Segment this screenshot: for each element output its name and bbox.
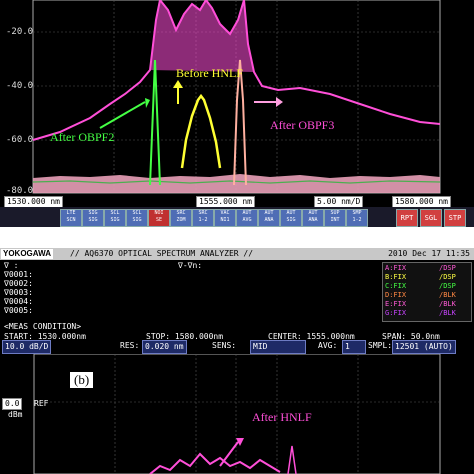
- scale-box[interactable]: 10.0 dB/D: [2, 340, 52, 354]
- scale-unit: dB/D: [29, 342, 49, 351]
- sens-box[interactable]: MID: [250, 340, 306, 354]
- softkey-2[interactable]: SIG SIG: [82, 209, 104, 227]
- ref-box[interactable]: 0.0: [2, 398, 23, 410]
- trace-list: A:FIX/DSP B:FIX/DSP C:FIX/DSP D:FIX/BLK …: [382, 262, 472, 322]
- softkey-6[interactable]: SRC ZOM: [170, 209, 192, 227]
- softkey-9[interactable]: AUT AVG: [236, 209, 258, 227]
- y-tick-3: -60.0: [6, 135, 34, 145]
- analyzer-title: // AQ6370 OPTICAL SPECTRUM ANALYZER //: [70, 249, 254, 258]
- smpl-box[interactable]: 12501 (AUTO): [392, 340, 456, 354]
- x-start-unit: nm: [50, 197, 60, 206]
- softkey-14[interactable]: SMP 1-2: [346, 209, 368, 227]
- marker-4: ∇0004:: [4, 297, 33, 306]
- marker-1: ∇0001:: [4, 270, 33, 279]
- x-center-value: 1555.000: [199, 197, 238, 206]
- trace-a[interactable]: A:FIX/DSP: [385, 264, 456, 272]
- y-tick-2: -40.0: [6, 81, 34, 91]
- y-tick-1: -20.0: [6, 27, 34, 37]
- softkey-4[interactable]: SCL SIG: [126, 209, 148, 227]
- marker-5: ∇0005:: [4, 306, 33, 315]
- annotation-after-obpf3: After OBPF3: [270, 118, 335, 132]
- arrow-after-obpf2: [99, 98, 150, 129]
- trace-g[interactable]: G:FIX/BLK: [385, 309, 456, 317]
- res-label: RES:: [120, 341, 140, 350]
- trace-b[interactable]: B:FIX/DSP: [385, 273, 456, 281]
- trace-e[interactable]: E:FIX/BLK: [385, 300, 456, 308]
- green-trace: [149, 59, 161, 186]
- header-bar: YOKOGAWA // AQ6370 OPTICAL SPECTRUM ANAL…: [0, 248, 474, 260]
- annotation-after-obpf2: After OBPF2: [50, 130, 115, 144]
- softkey-8[interactable]: VAC NI1: [214, 209, 236, 227]
- marker-0: ∇ :: [4, 261, 19, 270]
- x-end-unit: nm: [438, 197, 448, 206]
- res-value: 0.020: [145, 342, 170, 351]
- stp-button[interactable]: STP: [444, 209, 466, 227]
- meas-condition-title: <MEAS CONDITION>: [4, 322, 82, 331]
- x-center-unit: nm: [242, 197, 252, 206]
- ref-unit: dBm: [8, 410, 23, 419]
- arrow-before-hnlf: [173, 80, 183, 104]
- rpt-button[interactable]: RPT: [396, 209, 418, 227]
- avg-box[interactable]: 1: [342, 340, 366, 354]
- x-span-unit: nm/D: [341, 197, 361, 206]
- trace-c[interactable]: C:FIX/DSP: [385, 282, 456, 290]
- yellow-trace: [180, 93, 222, 169]
- marker-diff: ∇-∇n:: [178, 261, 203, 270]
- scale-value: 10.0: [5, 342, 25, 351]
- softkey-13[interactable]: SUP INT: [324, 209, 346, 227]
- annotation-after-hnlf: After HNLF: [252, 410, 312, 424]
- smpl-label: SMPL:: [368, 341, 393, 350]
- yokogawa-logo: YOKOGAWA: [1, 249, 54, 259]
- res-box[interactable]: 0.020 nm: [142, 340, 187, 354]
- datetime: 2010 Dec 17 11:35: [388, 249, 470, 258]
- trace-d[interactable]: D:FIX/BLK: [385, 291, 456, 299]
- panel-separator: [0, 227, 474, 248]
- y-tick-4: -80.0: [6, 186, 34, 196]
- noise-floor: [33, 174, 440, 193]
- softkey-5[interactable]: NOI SE: [148, 209, 170, 227]
- marker-2: ∇0002:: [4, 279, 33, 288]
- avg-label: AVG:: [318, 341, 338, 350]
- annotation-before-hnlf: Before HNLF: [176, 66, 243, 80]
- x-start-value: 1530.000: [7, 197, 46, 206]
- panel-label-b: (b): [70, 372, 94, 388]
- ref-label: REF: [34, 399, 49, 408]
- x-end-value: 1580.000: [395, 197, 434, 206]
- sens-label: SENS:: [212, 341, 237, 350]
- arrow-after-obpf3: [254, 97, 283, 107]
- softkey-7[interactable]: SRC 1-2: [192, 209, 214, 227]
- softkey-10[interactable]: AUT ANA: [258, 209, 280, 227]
- res-unit: nm: [173, 342, 184, 351]
- softkey-12[interactable]: AUT ANA: [302, 209, 324, 227]
- softkey-11[interactable]: AUT SIG: [280, 209, 302, 227]
- x-span-value: 5.00: [317, 197, 337, 206]
- softkey-1[interactable]: LTE SCN: [60, 209, 82, 227]
- marker-3: ∇0003:: [4, 288, 33, 297]
- magenta-trace-bottom: [149, 452, 281, 474]
- sgl-button[interactable]: SGL: [420, 209, 442, 227]
- softkey-3[interactable]: SCL SIG: [104, 209, 126, 227]
- bottom-analyzer-panel: YOKOGAWA // AQ6370 OPTICAL SPECTRUM ANAL…: [0, 248, 474, 474]
